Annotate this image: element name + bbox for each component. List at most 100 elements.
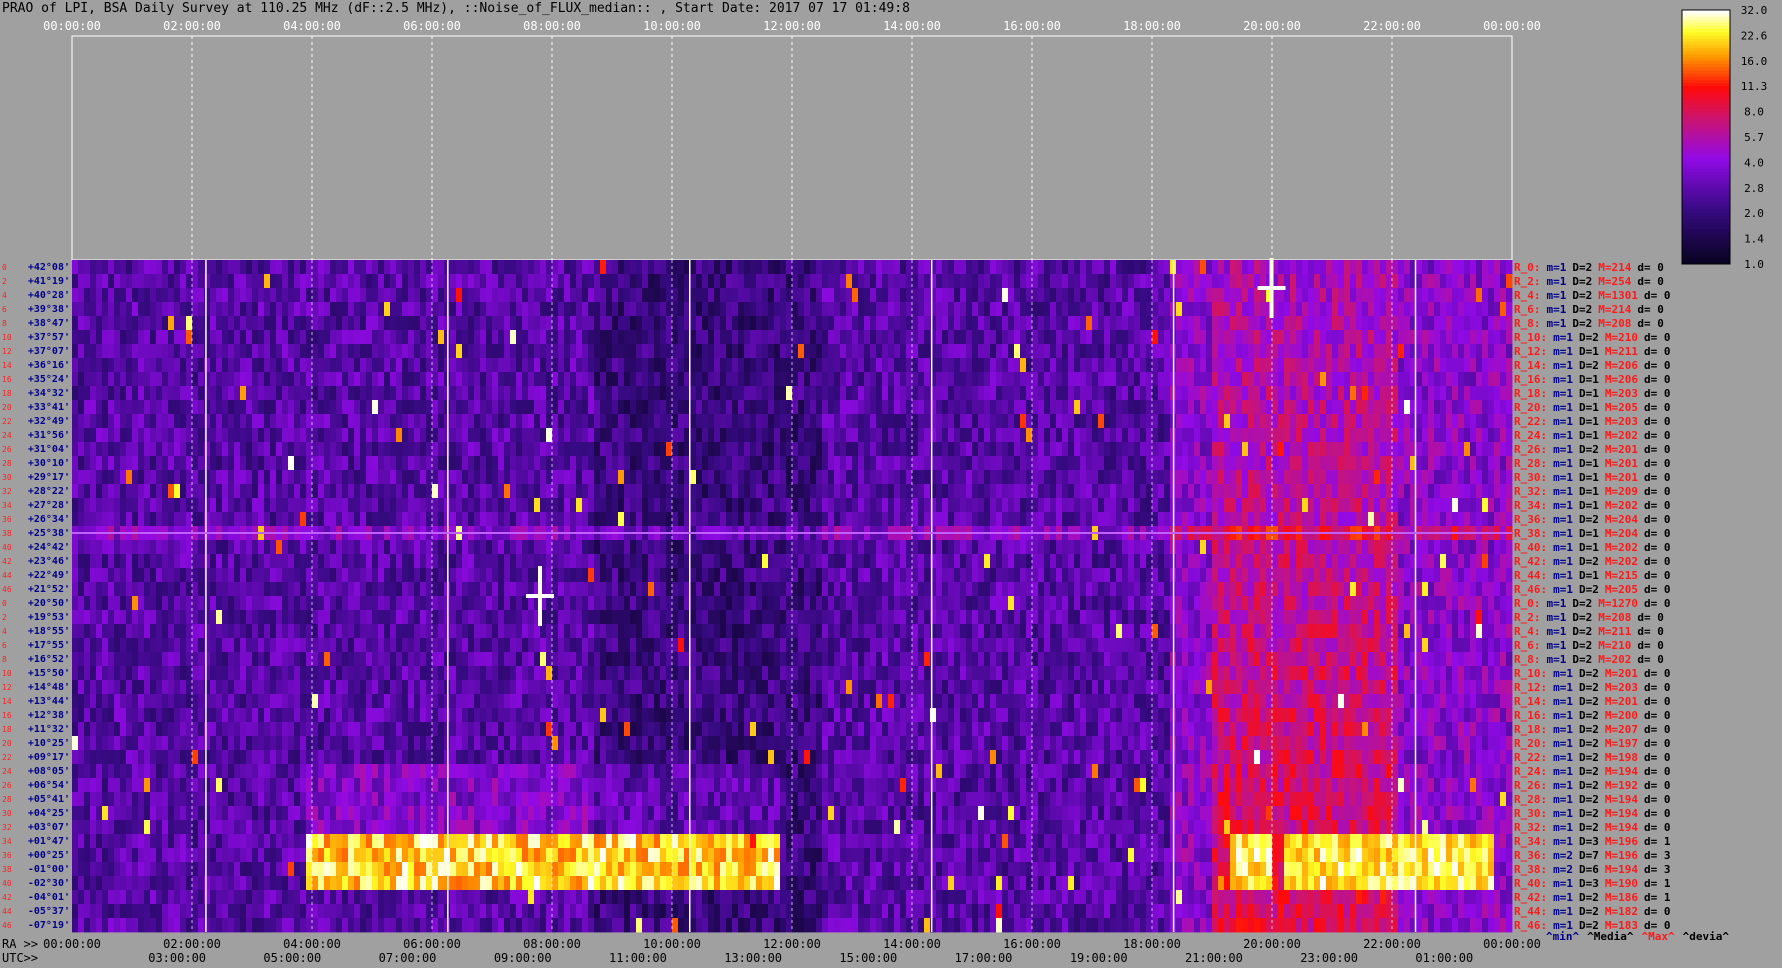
heatmap-cell [1080,372,1087,387]
heatmap-cell [804,274,811,289]
heatmap-cell [102,302,109,317]
heatmap-cell [1218,470,1225,485]
heatmap-cell [1308,386,1315,401]
heatmap-cell [1470,372,1477,387]
heatmap-cell [1188,484,1195,499]
heatmap-cell [1188,358,1195,373]
heatmap-cell [1218,302,1225,317]
heatmap-cell [342,484,349,499]
heatmap-cell [1128,400,1135,415]
heatmap-cell [1122,386,1129,401]
heatmap-cell [342,288,349,303]
heatmap-cell [1356,260,1363,275]
heatmap-cell [1116,302,1123,317]
heatmap-cell [888,498,895,513]
heatmap-cell [1074,470,1081,485]
heatmap-cell [1416,414,1423,429]
heatmap-cell [300,260,307,275]
heatmap-cell [216,274,223,289]
heatmap-cell [1308,358,1315,373]
heatmap-cell [336,358,343,373]
heatmap-cell [606,484,613,499]
heatmap-cell [510,540,517,555]
heatmap-cell [126,442,133,457]
heatmap-cell [996,302,1003,317]
heatmap-cell [798,288,805,303]
heatmap-cell [402,470,409,485]
heatmap-cell [1458,316,1465,331]
heatmap-cell [1494,512,1501,527]
heatmap-cell [438,372,445,387]
heatmap-cell [1266,400,1273,415]
heatmap-cell [630,470,637,485]
heatmap-cell [1146,414,1153,429]
heatmap-cell [456,484,463,499]
heatmap-cell [594,288,601,303]
heatmap-cell [216,414,223,429]
heatmap-cell [852,288,859,303]
heatmap-cell [762,260,769,275]
heatmap-cell [366,512,373,527]
heatmap-cell [1362,414,1369,429]
heatmap-cell [600,456,607,471]
heatmap-cell [354,372,361,387]
heatmap-cell [870,330,877,345]
heatmap-cell [414,260,421,275]
heatmap-cell [450,442,457,457]
heatmap-cell [654,302,661,317]
heatmap-cell [1434,330,1441,345]
heatmap-cell [504,330,511,345]
heatmap-cell [1290,484,1297,499]
heatmap-cell [924,540,931,555]
heatmap-cell [1044,386,1051,401]
heatmap-cell [966,274,973,289]
heatmap-cell [120,428,127,443]
heatmap-cell [1314,344,1321,359]
heatmap-cell [360,470,367,485]
heatmap-cell [600,274,607,289]
heatmap-cell [564,302,571,317]
heatmap-cell [222,288,229,303]
heatmap-cell [720,316,727,331]
heatmap-cell [876,512,883,527]
heatmap-cell [1278,330,1285,345]
heatmap-cell [1230,456,1237,471]
heatmap-cell [336,344,343,359]
heatmap-cell [168,274,175,289]
heatmap-cell [1158,400,1165,415]
heatmap-cell [1020,344,1027,359]
heatmap-cell [924,274,931,289]
heatmap-cell [1110,260,1117,275]
heatmap-cell [306,358,313,373]
heatmap-cell [702,470,709,485]
heatmap-cell [582,274,589,289]
heatmap-cell [906,400,913,415]
heatmap-cell [1176,512,1183,527]
heatmap-cell [822,400,829,415]
heatmap-cell [570,512,577,527]
heatmap-cell [1458,288,1465,303]
heatmap-cell [876,274,883,289]
heatmap-cell [1302,470,1309,485]
heatmap-cell [1368,470,1375,485]
heatmap-cell [1332,442,1339,457]
heatmap-cell [168,470,175,485]
heatmap-cell [1368,428,1375,443]
heatmap-cell [1458,330,1465,345]
heatmap-cell [1464,386,1471,401]
heatmap-cell [702,414,709,429]
heatmap-cell [240,288,247,303]
heatmap-cell [426,498,433,513]
heatmap-cell [756,344,763,359]
heatmap-cell [546,414,553,429]
heatmap-cell [408,316,415,331]
heatmap-cell [270,344,277,359]
heatmap-cell [1044,400,1051,415]
heatmap-cell [474,316,481,331]
heatmap-cell [888,414,895,429]
heatmap-cell [522,400,529,415]
heatmap-cell [468,344,475,359]
heatmap-cell [162,428,169,443]
heatmap-cell [606,302,613,317]
heatmap-cell [882,260,889,275]
